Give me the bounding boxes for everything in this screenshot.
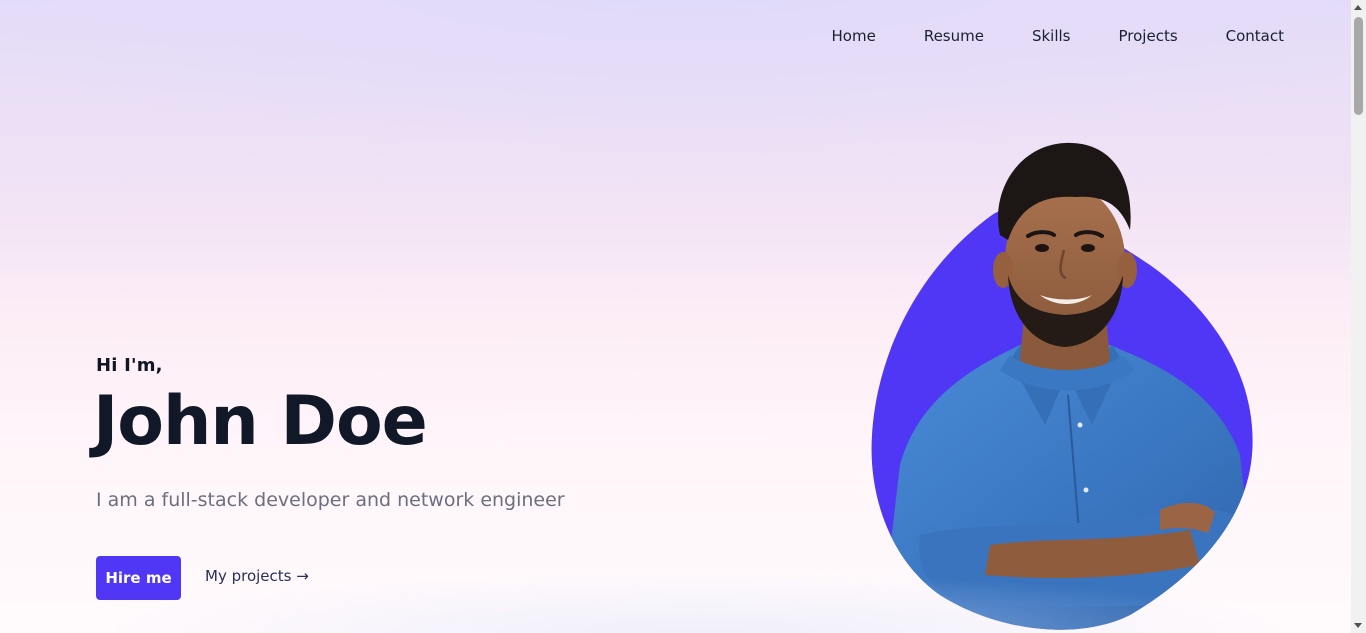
hero-name: John Doe xyxy=(93,382,428,461)
hero-subtitle: I am a full-stack developer and network … xyxy=(96,489,565,511)
nav-contact[interactable]: Contact xyxy=(1226,25,1284,47)
nav-projects[interactable]: Projects xyxy=(1119,25,1178,47)
scroll-thumb[interactable] xyxy=(1354,17,1363,115)
page: Home Resume Skills Projects Contact Hi I… xyxy=(0,0,1351,633)
portrait-illustration xyxy=(871,142,1253,630)
nav-home[interactable]: Home xyxy=(832,25,876,47)
scroll-up-icon[interactable] xyxy=(1354,5,1362,10)
profile-portrait xyxy=(860,135,1270,633)
hero-greeting: Hi I'm, xyxy=(96,355,163,376)
main-nav: Home Resume Skills Projects Contact xyxy=(784,25,1284,47)
nav-resume[interactable]: Resume xyxy=(924,25,984,47)
scroll-down-icon[interactable] xyxy=(1354,623,1362,628)
hire-me-button[interactable]: Hire me xyxy=(96,556,181,600)
my-projects-link[interactable]: My projects → xyxy=(205,567,309,585)
page-scrollbar[interactable] xyxy=(1351,0,1366,633)
nav-skills[interactable]: Skills xyxy=(1032,25,1071,47)
